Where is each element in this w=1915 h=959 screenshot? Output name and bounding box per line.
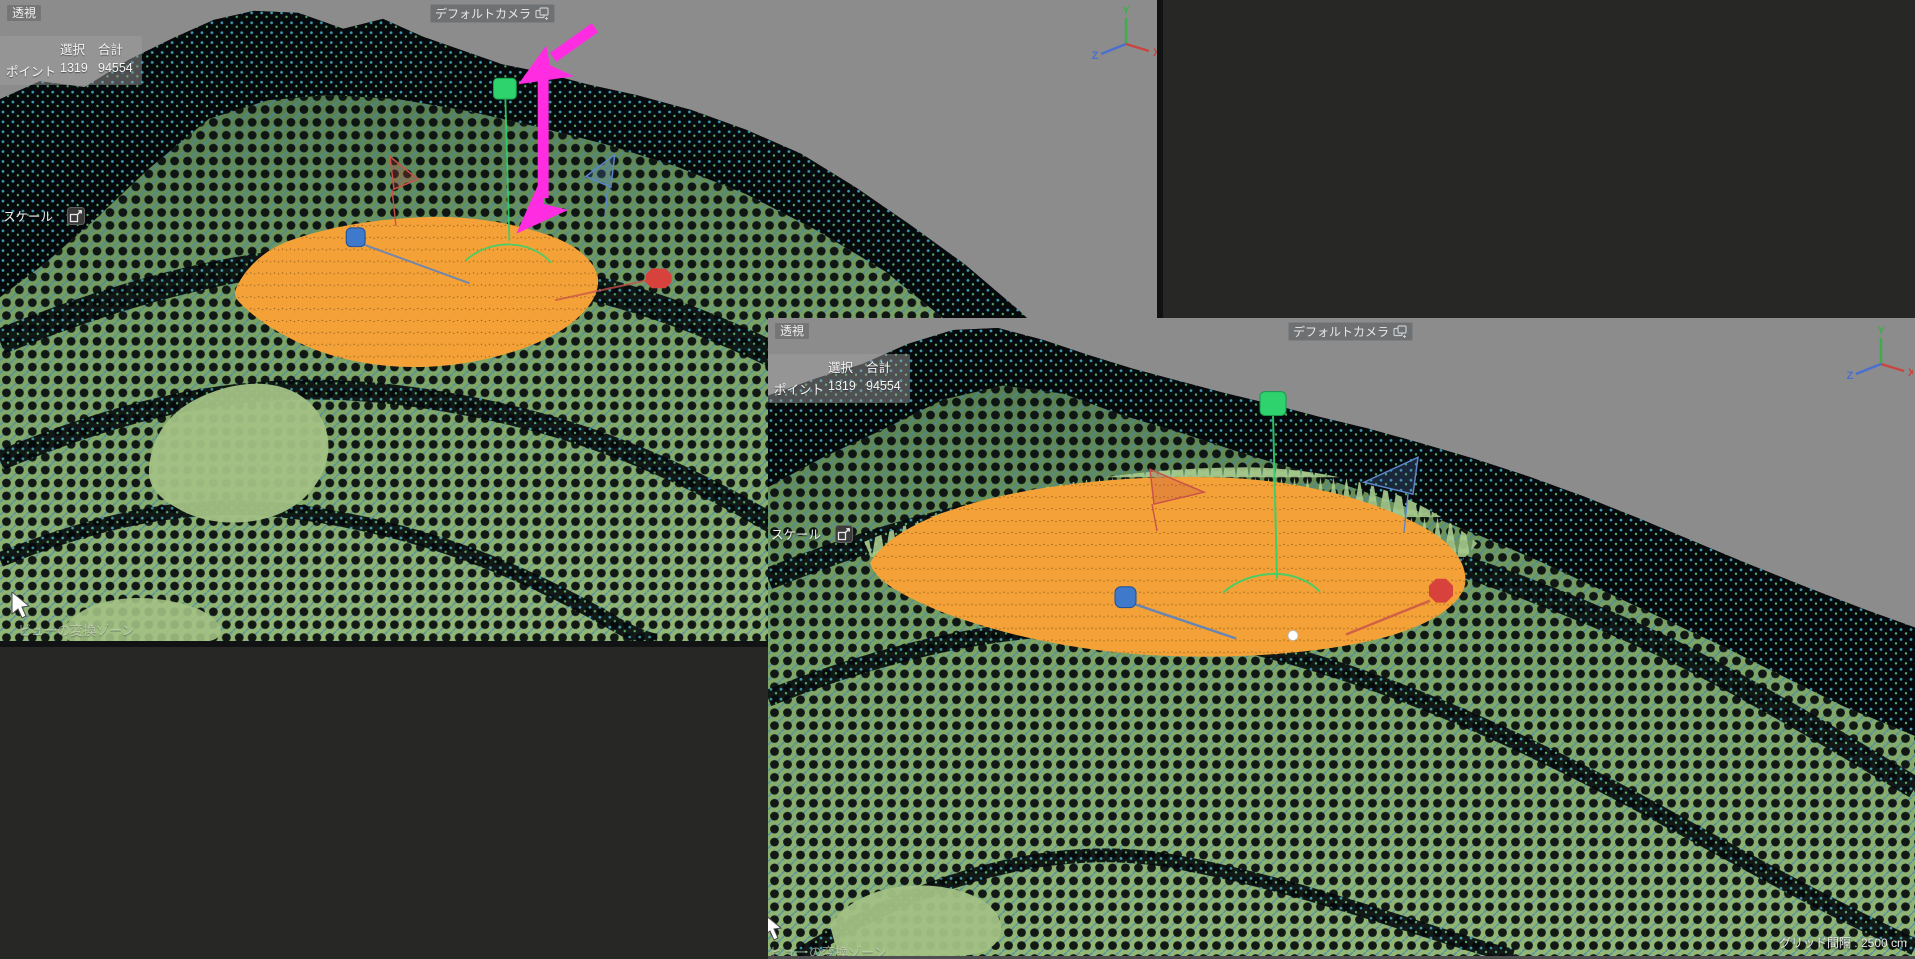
camera-tag[interactable]: デフォルトカメラ xyxy=(1288,322,1413,341)
scene-after[interactable] xyxy=(768,318,1915,956)
y-scale-handle[interactable] xyxy=(1260,392,1286,416)
desktop-background: 透視 選択 合計 ポイント 1319 94554 デフォルトカメラ Y X Z xyxy=(0,0,1915,959)
view-corner-zone[interactable]: ビューの変換ゾーン xyxy=(768,914,786,949)
orientation-axes[interactable]: Y X Z xyxy=(1841,324,1913,382)
z-axis xyxy=(1101,44,1126,54)
selection-col-selected: 選択 xyxy=(60,39,98,58)
cursor-icon xyxy=(10,592,34,622)
selection-info-panel: 選択 合計 ポイント 1319 94554 xyxy=(0,36,142,85)
camera-label: デフォルトカメラ xyxy=(1293,323,1389,340)
selection-row-label: ポイント xyxy=(6,61,60,80)
projection-label[interactable]: 透視 xyxy=(774,322,810,340)
camera-cycle-icon[interactable] xyxy=(1393,325,1408,338)
total-point-count: 94554 xyxy=(98,61,146,80)
corner-hint-label: ビューの変換ゾーン xyxy=(770,942,886,959)
corner-hint-label: ビューの変換ゾーン xyxy=(18,620,134,639)
total-point-count: 94554 xyxy=(866,379,914,398)
tool-name: スケール xyxy=(3,206,53,225)
camera-tag[interactable]: デフォルトカメラ xyxy=(430,4,555,23)
selected-point-count: 1319 xyxy=(60,61,98,80)
selection-col-total: 合計 xyxy=(866,357,914,376)
x-axis-label: X xyxy=(1908,367,1913,379)
viewport-after[interactable]: 透視 選択 合計 ポイント 1319 94554 デフォルトカメラ Y X Z xyxy=(768,318,1915,959)
orientation-axes[interactable]: Y X Z xyxy=(1086,4,1158,62)
view-corner-zone[interactable]: ビューの変換ゾーン xyxy=(10,592,34,627)
x-axis xyxy=(1881,364,1904,371)
projection-label[interactable]: 透視 xyxy=(6,4,42,22)
tool-name: スケール xyxy=(771,524,821,543)
x-axis-label: X xyxy=(1153,47,1158,59)
x-axis xyxy=(1126,44,1149,51)
y-axis-label: Y xyxy=(1122,5,1130,17)
z-axis-label: Z xyxy=(1092,50,1099,62)
scale-tool-icon[interactable] xyxy=(67,207,85,225)
z-scale-handle[interactable] xyxy=(346,228,365,247)
selection-row-label: ポイント xyxy=(774,379,828,398)
y-scale-handle[interactable] xyxy=(493,78,516,99)
z-scale-handle[interactable] xyxy=(1115,587,1136,608)
grid-spacing-label: グリッド間隔 : 2500 cm xyxy=(1779,934,1907,951)
active-tool[interactable]: スケール xyxy=(3,206,85,225)
scale-tool-icon[interactable] xyxy=(835,525,853,543)
active-tool[interactable]: スケール xyxy=(771,524,853,543)
y-axis-label: Y xyxy=(1877,325,1885,337)
camera-cycle-icon[interactable] xyxy=(535,7,550,20)
gizmo-center-point[interactable] xyxy=(1288,631,1298,641)
selection-col-total: 合計 xyxy=(98,39,146,58)
selection-info-panel: 選択 合計 ポイント 1319 94554 xyxy=(768,354,910,403)
x-scale-handle[interactable] xyxy=(1429,579,1453,603)
x-scale-handle[interactable] xyxy=(646,268,672,288)
cursor-icon xyxy=(768,914,786,944)
z-axis xyxy=(1856,364,1881,374)
selected-point-count: 1319 xyxy=(828,379,866,398)
camera-label: デフォルトカメラ xyxy=(435,5,531,22)
selection-col-selected: 選択 xyxy=(828,357,866,376)
z-axis-label: Z xyxy=(1847,370,1854,382)
